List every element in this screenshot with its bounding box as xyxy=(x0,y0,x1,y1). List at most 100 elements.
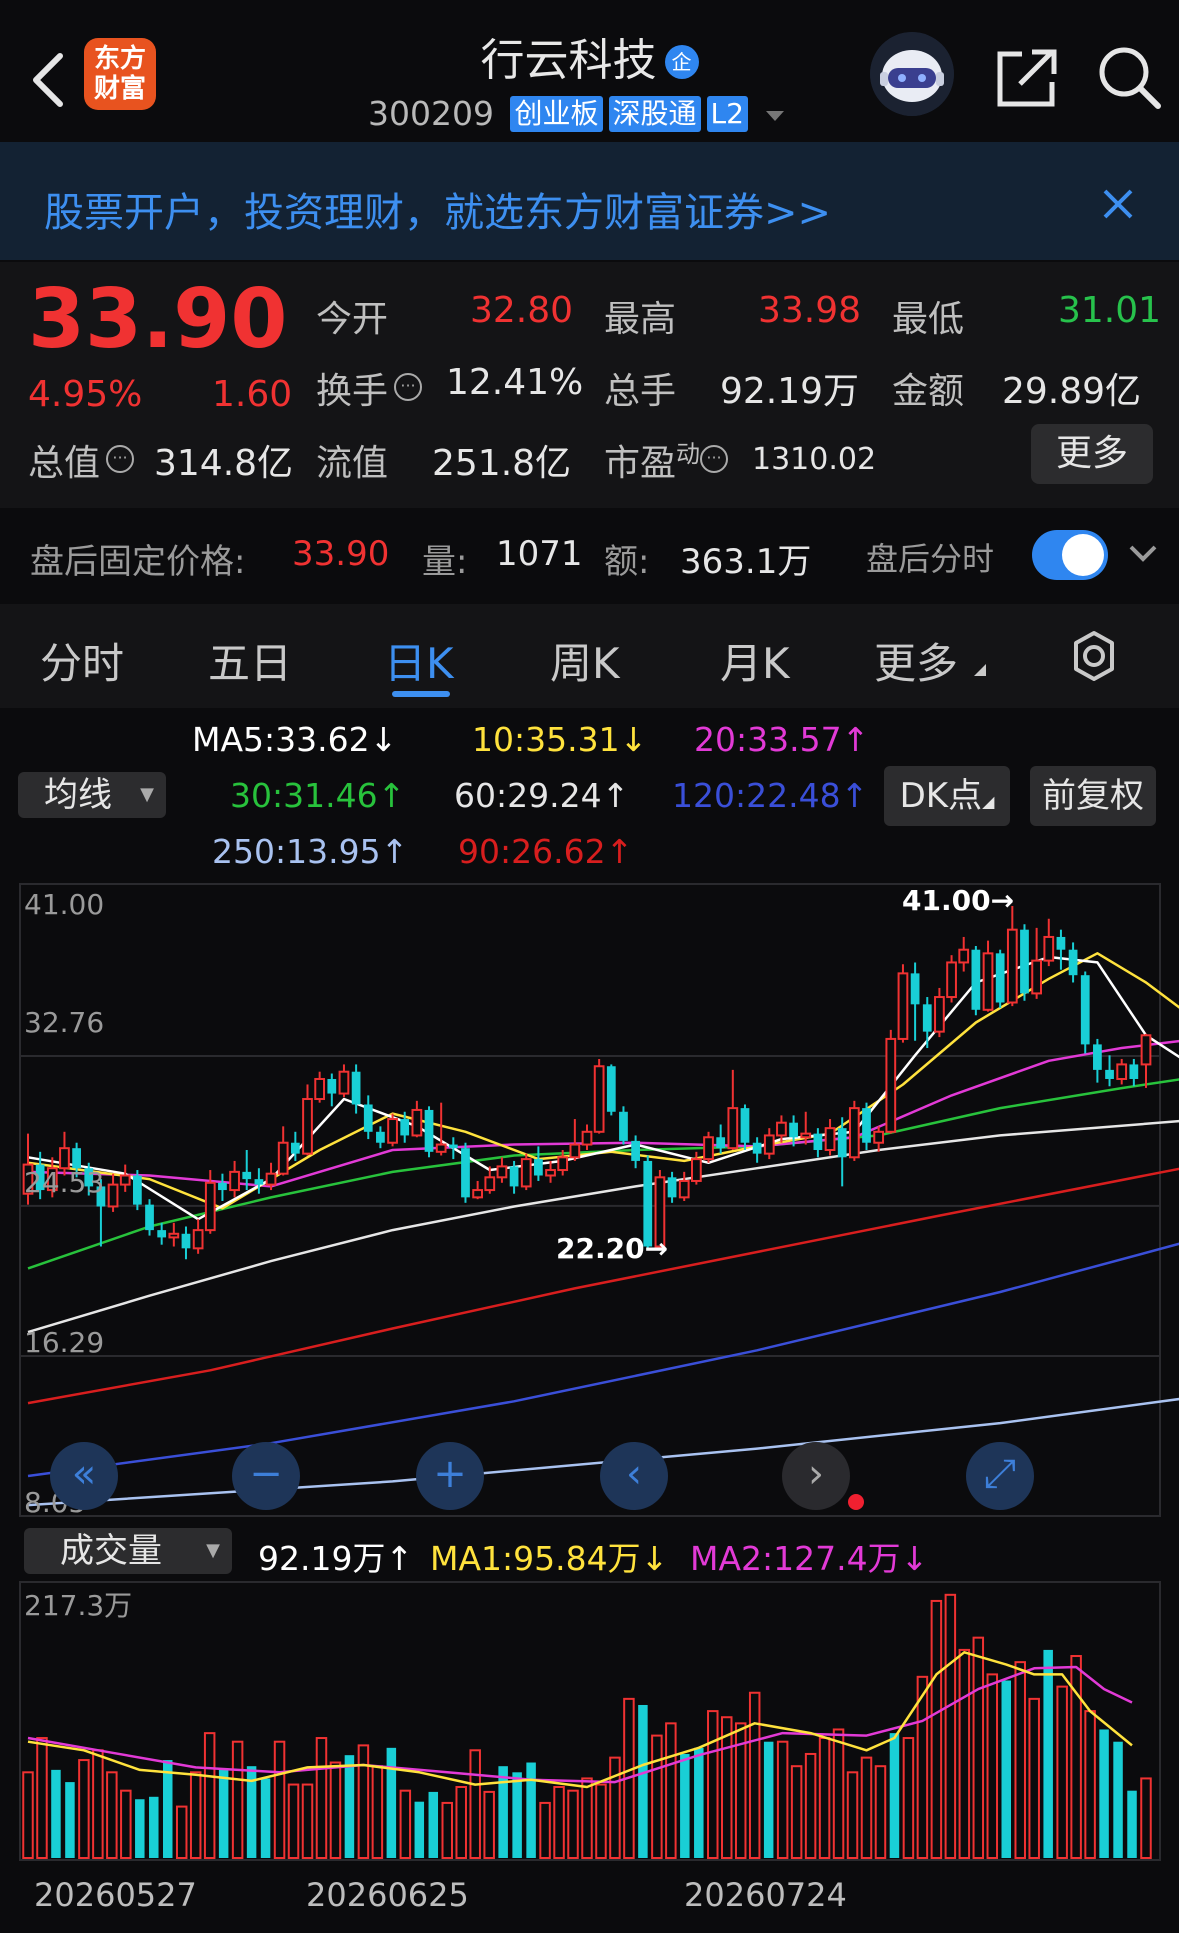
volume-bar-up xyxy=(357,1744,370,1859)
volume-bar-up xyxy=(609,1756,621,1859)
tab-daily-k[interactable]: 日K xyxy=(384,630,454,691)
dk-point-button[interactable]: DK点◢ xyxy=(884,766,1010,826)
promo-banner-text[interactable]: 股票开户，投资理财，就选东方财富证券>> xyxy=(44,180,831,238)
candle-body-up xyxy=(1006,928,1018,1004)
candle-body-up xyxy=(411,1108,423,1137)
more-info-icon[interactable]: ··· xyxy=(394,373,423,401)
ma90-line xyxy=(27,1167,1179,1405)
after-hours-toggle[interactable] xyxy=(1032,530,1108,580)
volume-bar-up xyxy=(399,1789,412,1859)
zoom-in-button[interactable]: + xyxy=(416,1442,484,1510)
close-icon[interactable] xyxy=(1102,188,1134,220)
candle-body-down xyxy=(145,1204,154,1231)
y-axis-label: 41.00 xyxy=(24,888,105,921)
dropdown-caret-icon[interactable] xyxy=(765,111,784,121)
candle-body-up xyxy=(885,1037,897,1133)
candle-body-down xyxy=(716,1137,726,1149)
ai-robot-icon[interactable] xyxy=(870,32,954,116)
candle-body-up xyxy=(934,996,945,1033)
tab-five-day[interactable]: 五日 xyxy=(208,630,292,691)
candle-body-down xyxy=(752,1142,762,1154)
candle-body-down xyxy=(971,949,981,1010)
fullscreen-button[interactable]: ⤢ xyxy=(966,1442,1034,1510)
chevron-down-icon[interactable] xyxy=(1128,544,1158,564)
kline-chart[interactable] xyxy=(0,878,1179,1526)
candle-body-down xyxy=(862,1108,871,1143)
candle-body-up xyxy=(763,1134,775,1155)
volume-indicator-selector[interactable]: 成交量 ▼ xyxy=(24,1528,232,1574)
fast-backward-button[interactable]: « xyxy=(50,1442,118,1510)
volume-bar-up xyxy=(804,1752,817,1859)
turnover-label: 换手 ··· xyxy=(316,362,423,414)
board-badge: 创业板 xyxy=(510,96,603,132)
candle-body-down xyxy=(448,1144,458,1149)
amount-value: 29.89亿 xyxy=(1002,371,1142,412)
float-value: 251.8亿 xyxy=(432,443,572,484)
more-button[interactable]: 更多 xyxy=(1031,424,1153,484)
volume-bar-up xyxy=(1014,1661,1026,1859)
volume-chart[interactable] xyxy=(0,1580,1179,1870)
volume-bar-up xyxy=(986,1673,999,1860)
volume-bar-down xyxy=(498,1766,508,1858)
candle-body-up xyxy=(545,1169,556,1177)
volume-bar-down xyxy=(1043,1649,1053,1858)
gear-icon[interactable] xyxy=(1068,630,1120,682)
pe-label: 市盈动 ··· xyxy=(604,434,729,486)
candle-body-down xyxy=(1068,949,1078,976)
more-info-icon[interactable]: ··· xyxy=(106,445,135,473)
volume-bar-down xyxy=(428,1791,439,1858)
volume-bar-up xyxy=(776,1740,789,1859)
ma5-legend: MA5:33.62↓ xyxy=(192,720,398,759)
corner-caret-icon xyxy=(974,664,986,676)
volume-bar-up xyxy=(287,1783,300,1859)
volume-axis-max: 217.3万 xyxy=(24,1589,133,1622)
volume-bar-down xyxy=(414,1801,425,1858)
pe-label-text: 市盈 xyxy=(604,443,677,484)
mcap-value: 314.8亿 xyxy=(154,443,294,484)
tab-weekly-k[interactable]: 周K xyxy=(550,630,620,691)
ma90-legend: 90:26.62↑ xyxy=(458,832,634,871)
candle-body-down xyxy=(242,1171,252,1180)
volume-bar-up xyxy=(273,1740,286,1859)
tab-more[interactable]: 更多 xyxy=(874,630,958,691)
zoom-out-button[interactable]: − xyxy=(232,1442,300,1510)
volume-bar-up xyxy=(567,1789,579,1859)
high-label: 最高 xyxy=(604,299,677,340)
date-label: 20260724 xyxy=(684,1876,847,1914)
volume-bar-up xyxy=(818,1737,831,1860)
share-icon[interactable] xyxy=(996,48,1058,108)
tab-monthly-k[interactable]: 月K xyxy=(720,630,790,691)
promo-banner[interactable]: 股票开户，投资理财，就选东方财富证券>> xyxy=(0,142,1179,260)
volume-bar-up xyxy=(203,1732,216,1860)
turnover-label-text: 换手 xyxy=(316,371,389,412)
candle-body-down xyxy=(740,1108,750,1143)
volume-bar-up xyxy=(972,1636,985,1860)
volume-bar-down xyxy=(694,1747,704,1858)
step-back-button[interactable]: ‹ xyxy=(600,1442,668,1510)
volume-bar-down xyxy=(1113,1741,1123,1858)
candle-body-up xyxy=(958,948,970,964)
more-info-icon[interactable]: ··· xyxy=(700,445,729,473)
candle-body-up xyxy=(338,1070,350,1095)
volume-bar-up xyxy=(902,1737,915,1860)
candle-body-up xyxy=(107,1183,119,1208)
step-forward-button[interactable]: › xyxy=(782,1442,850,1510)
tab-intraday[interactable]: 分时 xyxy=(40,630,124,691)
price-adjust-button[interactable]: 前复权 xyxy=(1030,766,1156,826)
stock-code: 300209 xyxy=(368,94,494,133)
volume-bar-down xyxy=(344,1755,355,1858)
volume-bar-up xyxy=(874,1765,887,1859)
indicator-selector[interactable]: 均线 ▼ xyxy=(18,772,166,818)
volume-bar-up xyxy=(1070,1655,1082,1860)
candle-body-down xyxy=(351,1071,361,1105)
low-value: 31.01 xyxy=(1058,290,1162,331)
volume-bar-up xyxy=(483,1790,495,1860)
search-icon[interactable] xyxy=(1096,44,1162,110)
volume-bar-up xyxy=(860,1756,873,1859)
volume-bar-up xyxy=(553,1786,565,1859)
dropdown-caret-icon: ▼ xyxy=(206,1540,220,1561)
candle-body-up xyxy=(982,952,994,1011)
change-percent: 4.95% xyxy=(28,374,143,415)
volume-bar-up xyxy=(106,1771,118,1859)
candle-body-up xyxy=(593,1065,605,1133)
